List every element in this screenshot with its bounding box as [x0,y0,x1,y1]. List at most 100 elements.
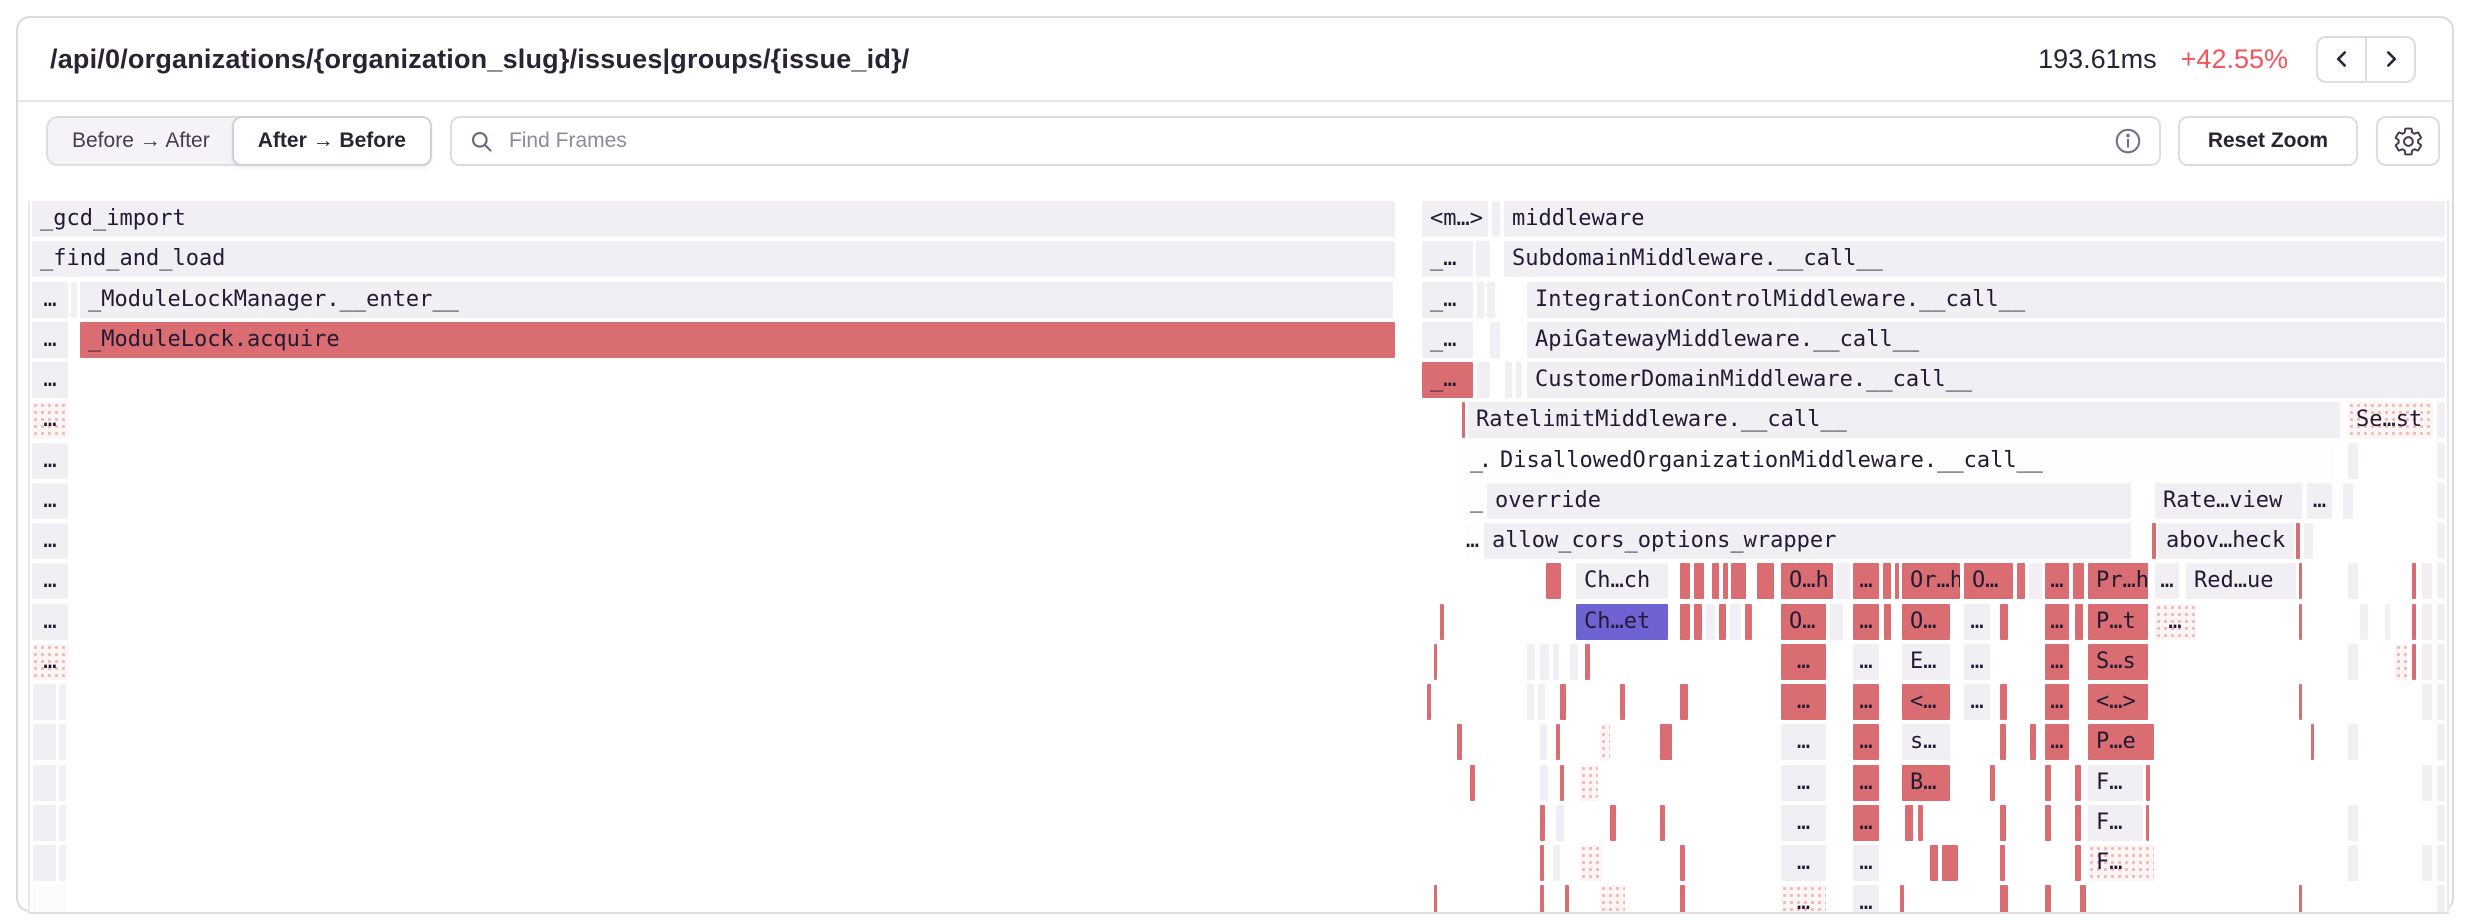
segment-after-before[interactable]: After → Before [232,116,432,166]
flame-frame[interactable] [1883,563,1891,599]
flame-frame[interactable]: F… [2088,845,2154,881]
flame-frame[interactable] [1540,805,1545,841]
flame-frame[interactable] [1719,604,1726,640]
flame-frame[interactable] [1556,805,1564,841]
flame-frame[interactable] [2422,563,2432,599]
flame-frame[interactable] [2000,724,2006,760]
flame-frame[interactable]: … [1853,885,1879,914]
flame-frame[interactable]: E… [1902,644,1950,680]
flame-frame[interactable] [1540,724,1547,760]
flame-frame[interactable] [1895,563,1899,599]
flame-frame[interactable]: middleware [1504,201,2445,237]
flame-frame[interactable] [2017,563,2025,599]
flame-frame[interactable] [2029,563,2042,599]
flame-frame[interactable] [2348,845,2358,881]
flame-frame[interactable]: DisallowedOrganizationMiddleware.__call_… [1492,443,2335,479]
flame-frame[interactable]: … [1781,885,1826,914]
next-button[interactable] [2366,36,2416,83]
flame-frame[interactable] [2348,563,2358,599]
flame-frame[interactable] [2437,483,2445,519]
flame-frame[interactable] [1660,724,1672,760]
flame-frame[interactable] [2437,443,2445,479]
settings-button[interactable] [2376,116,2440,166]
flame-frame[interactable]: Pr…h [2088,563,2148,599]
flame-frame[interactable]: … [1853,805,1879,841]
flame-frame[interactable]: ApiGatewayMiddleware.__call__ [1527,322,2445,358]
flame-frame[interactable]: … [32,322,68,358]
flame-frame[interactable] [1560,765,1564,801]
prev-button[interactable] [2316,36,2366,83]
flame-frame[interactable] [2000,885,2008,914]
flame-frame[interactable]: … [1781,644,1826,680]
flame-frame[interactable]: … [32,604,68,640]
flame-frame[interactable] [2437,644,2445,680]
flame-frame[interactable] [1836,563,1850,599]
flame-frame[interactable]: Red…ue [2186,563,2296,599]
flame-frame[interactable]: _… [1462,483,1484,519]
flame-frame[interactable]: … [32,563,68,599]
flame-frame[interactable] [2422,765,2432,801]
flame-frame[interactable] [2000,845,2005,881]
flame-frame[interactable]: … [32,362,68,398]
flame-frame[interactable]: _ModuleLockManager.__enter__ [80,282,1393,318]
flame-frame[interactable]: RatelimitMiddleware.__call__ [1468,402,2340,438]
flame-frame[interactable]: B… [1902,765,1950,801]
flame-frame[interactable]: … [1781,724,1826,760]
flame-frame[interactable] [33,765,56,801]
flame-frame[interactable] [1490,322,1500,358]
flame-frame[interactable] [33,845,56,881]
flame-frame[interactable] [1527,684,1534,720]
flame-frame[interactable]: Ch…ch [1576,563,1668,599]
flame-frame[interactable]: _… [1422,282,1473,318]
flame-frame[interactable] [2395,644,2407,680]
flame-frame[interactable]: … [32,523,68,559]
flamegraph-canvas[interactable]: _gcd_import<m…>middleware_find_and_load_… [28,201,2449,914]
flame-frame[interactable] [1680,845,1685,881]
flame-frame[interactable] [33,724,56,760]
flame-frame[interactable] [2045,805,2051,841]
flame-frame[interactable] [2437,765,2445,801]
flame-frame[interactable] [1620,684,1625,720]
flame-frame[interactable] [2073,563,2084,599]
flame-frame[interactable]: F… [2088,805,2143,841]
flame-frame[interactable] [1538,684,1545,720]
flame-frame[interactable] [2412,644,2416,680]
flame-frame[interactable] [1600,885,1625,914]
flame-frame[interactable] [1694,563,1704,599]
flame-frame[interactable] [1434,885,1437,914]
flame-frame[interactable] [1905,805,1913,841]
flame-frame[interactable] [59,724,66,760]
flame-frame[interactable] [2299,604,2302,640]
flame-frame[interactable] [2437,604,2445,640]
flame-frame[interactable]: … [32,402,68,438]
flame-frame[interactable] [2437,885,2445,914]
flame-frame[interactable] [1580,845,1602,881]
flame-frame[interactable] [2412,563,2416,599]
flame-frame[interactable]: … [1853,724,1879,760]
flame-frame[interactable] [1745,604,1752,640]
flame-frame[interactable]: … [32,443,68,479]
flame-frame[interactable]: … [1853,563,1879,599]
flame-frame[interactable] [1585,644,1590,680]
find-frames-searchbox[interactable] [450,116,2161,166]
flame-frame[interactable]: … [32,483,68,519]
flame-frame[interactable]: Ch…et [1576,604,1668,640]
flame-frame[interactable] [2000,684,2007,720]
flame-frame[interactable]: … [32,282,68,318]
flame-frame[interactable] [1830,604,1843,640]
flame-frame[interactable] [1680,604,1690,640]
flame-frame[interactable]: … [2307,483,2332,519]
flame-frame[interactable] [1680,684,1688,720]
flame-frame[interactable] [2437,724,2445,760]
flame-frame[interactable] [59,805,66,841]
flame-frame[interactable] [2348,805,2358,841]
flame-frame[interactable] [2422,684,2432,720]
flame-frame[interactable]: … [1964,644,1990,680]
flame-frame[interactable] [2437,563,2445,599]
flame-frame[interactable] [2000,805,2006,841]
flame-frame[interactable]: _… [1422,322,1473,358]
flame-frame[interactable]: O…h [1781,563,1833,599]
flame-frame[interactable] [1470,765,1475,801]
flame-frame[interactable] [1680,563,1690,599]
flame-frame[interactable] [1580,765,1598,801]
